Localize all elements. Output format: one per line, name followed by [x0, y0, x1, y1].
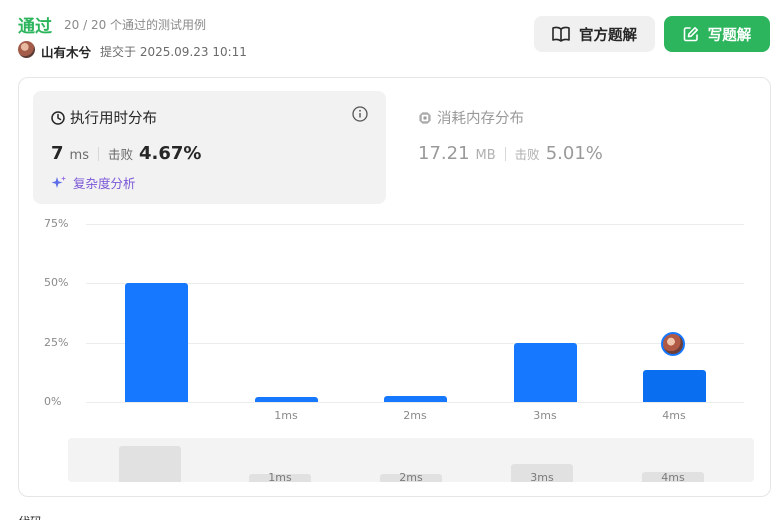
x-tick-label: 4ms — [662, 409, 686, 422]
edit-icon — [683, 27, 698, 42]
clock-icon — [51, 110, 65, 125]
overview-tick-label: 3ms — [530, 471, 554, 484]
status-accepted: 通过 — [18, 17, 52, 37]
x-tick-label: 2ms — [403, 409, 427, 422]
overview-tick-label: 2ms — [399, 471, 423, 484]
complexity-analysis-label: 复杂度分析 — [73, 176, 136, 191]
gridline — [86, 224, 744, 225]
chart-bar[interactable] — [642, 369, 706, 402]
chart-bar[interactable] — [124, 283, 188, 402]
sparkle-icon — [51, 175, 66, 188]
x-tick-label: 1ms — [274, 409, 298, 422]
divider — [97, 146, 99, 161]
runtime-title-label: 执行用时分布 — [70, 111, 157, 127]
y-tick-label: 75% — [44, 217, 69, 230]
runtime-beats-label: 击败 — [107, 147, 133, 162]
book-icon — [552, 26, 570, 42]
y-tick-label: 50% — [44, 276, 69, 290]
chart-bar[interactable] — [254, 397, 318, 402]
runtime-unit: ms — [69, 148, 89, 163]
user-name-link[interactable]: 山有木兮 — [41, 42, 91, 61]
memory-metric: 17.21 MB 击败 5.01% — [418, 143, 603, 164]
y-tick-label: 0% — [44, 395, 62, 408]
submission-time: 提交于 2025.09.23 10:11 — [100, 45, 247, 59]
divider — [504, 146, 506, 161]
avatar[interactable] — [18, 41, 35, 58]
info-icon[interactable] — [352, 106, 368, 122]
my-submission-avatar[interactable] — [661, 332, 685, 356]
complexity-analysis-link[interactable]: 复杂度分析 — [51, 173, 136, 192]
chart-bar[interactable] — [383, 396, 447, 402]
overview-tick-label: 1ms — [268, 471, 292, 484]
memory-beats-percent: 5.01% — [545, 143, 603, 164]
gridline — [86, 402, 744, 403]
write-solution-button[interactable]: 写题解 — [664, 16, 770, 52]
overview-tick-label: 4ms — [661, 471, 685, 484]
memory-value: 17.21 — [418, 143, 470, 164]
write-solution-label: 写题解 — [707, 27, 752, 44]
x-tick-label: 3ms — [533, 409, 557, 422]
runtime-metric: 7 ms 击败 4.67% — [51, 143, 201, 164]
memory-unit: MB — [475, 148, 496, 163]
runtime-title: 执行用时分布 — [51, 107, 157, 128]
chip-icon — [419, 111, 431, 124]
memory-tab[interactable]: 消耗内存分布 — [418, 107, 524, 128]
section-heading-partial: 代码 — [18, 514, 48, 520]
chart-bar[interactable] — [513, 342, 577, 402]
official-solution-button[interactable]: 官方题解 — [534, 16, 655, 52]
memory-title-label: 消耗内存分布 — [437, 111, 524, 127]
memory-beats-label: 击败 — [514, 147, 540, 162]
tests-passed-count: 20 / 20 个通过的测试用例 — [64, 18, 207, 32]
runtime-value: 7 — [51, 143, 64, 164]
y-tick-label: 25% — [44, 335, 69, 349]
runtime-beats-percent: 4.67% — [138, 143, 202, 164]
official-solution-label: 官方题解 — [579, 27, 637, 44]
overview-bar — [119, 446, 181, 482]
